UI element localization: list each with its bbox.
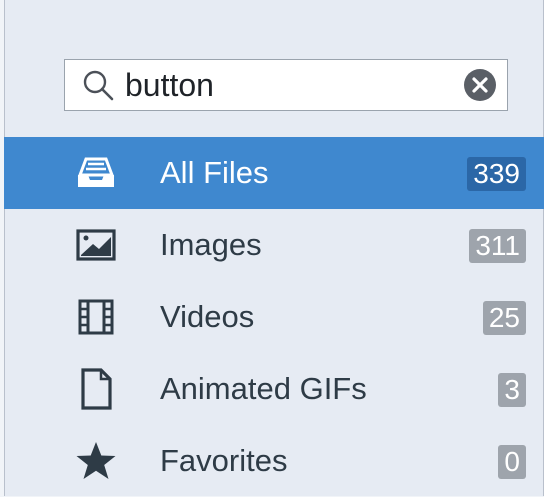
sidebar-item-favorites[interactable]: Favorites 0 [4, 425, 544, 497]
image-icon [72, 221, 120, 269]
sidebar-item-videos[interactable]: Videos 25 [4, 281, 544, 353]
search-field[interactable]: button [64, 59, 508, 111]
inbox-tray-icon [72, 149, 120, 197]
sidebar-item-images[interactable]: Images 311 [4, 209, 544, 281]
star-icon [72, 437, 120, 485]
count-badge: 0 [498, 445, 526, 479]
film-icon [72, 293, 120, 341]
sidebar-item-animated-gifs[interactable]: Animated GIFs 3 [4, 353, 544, 425]
sidebar-item-all-files[interactable]: All Files 339 [4, 137, 544, 209]
sidebar-list: All Files 339 Images 311 Videos 25 Anima… [4, 137, 544, 497]
search-icon [83, 70, 114, 101]
count-badge: 3 [498, 373, 526, 407]
count-badge: 25 [482, 301, 526, 335]
count-badge: 311 [469, 229, 526, 263]
document-icon [72, 365, 120, 413]
search-input[interactable]: button [125, 67, 463, 104]
sidebar-item-label: Favorites [160, 443, 288, 478]
count-badge: 339 [467, 157, 526, 191]
close-circle-icon[interactable] [463, 68, 497, 102]
sidebar-item-label: Animated GIFs [160, 371, 367, 406]
